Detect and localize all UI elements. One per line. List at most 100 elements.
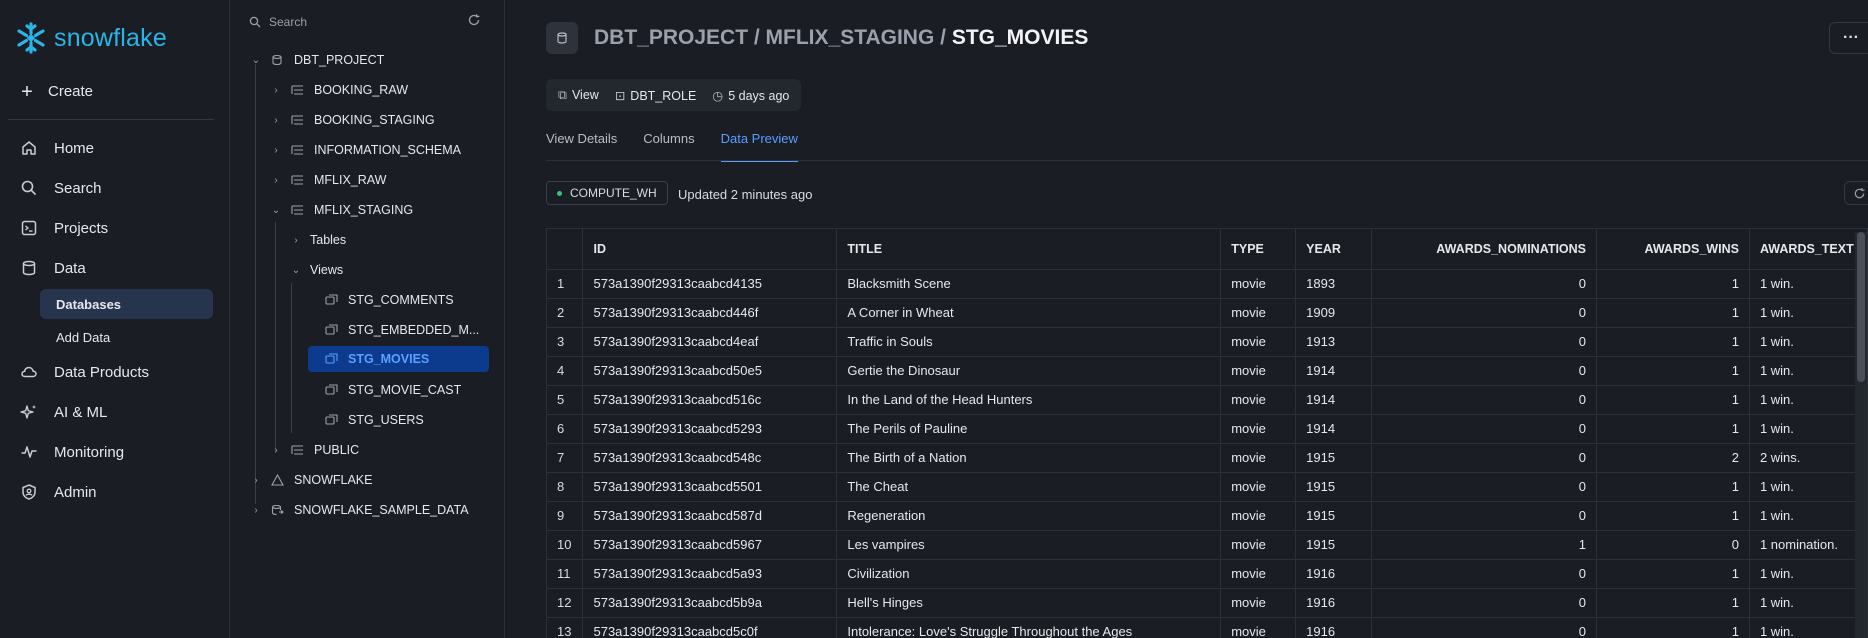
table-cell[interactable]: 2 wins. [1749,443,1868,473]
table-cell[interactable]: movie [1220,588,1297,618]
column-header[interactable]: AWARDS_WINS [1596,229,1750,270]
table-cell[interactable]: 1 [1596,501,1750,531]
table-cell[interactable]: 1915 [1295,501,1373,531]
table-cell[interactable]: 573a1390f29313caabcd548c [582,443,838,473]
table-cell[interactable]: 2 [1596,443,1750,473]
table-cell[interactable]: Blacksmith Scene [836,269,1222,299]
column-header[interactable]: AWARDS_TEXT [1749,229,1868,270]
table-row[interactable]: 11 573a1390f29313caabcd5a93 Civilization mo… [547,559,1868,589]
table-cell[interactable]: 573a1390f29313caabcd50e5 [582,356,838,386]
table-cell[interactable]: 1 [1596,559,1750,589]
table-cell[interactable]: movie [1220,530,1297,560]
table-cell[interactable]: 1914 [1295,414,1373,444]
table-cell[interactable]: movie [1220,501,1297,531]
column-header[interactable]: TITLE [836,229,1222,270]
tree-node-mflix-staging[interactable]: ⌄ MFLIX_STAGING [270,197,413,223]
table-cell[interactable]: 573a1390f29313caabcd5967 [582,530,838,560]
table-cell[interactable]: 1 win. [1749,559,1868,589]
table-cell[interactable]: 1 win. [1749,414,1868,444]
table-cell[interactable]: 573a1390f29313caabcd5501 [582,472,838,502]
table-row[interactable]: 2 573a1390f29313caabcd446f A Corner in Whe… [547,298,1868,328]
table-cell[interactable]: Traffic in Souls [836,327,1222,357]
table-cell[interactable]: movie [1220,617,1297,638]
table-cell[interactable]: 0 [1371,559,1598,589]
tree-node-booking-staging[interactable]: › BOOKING_STAGING [270,107,434,133]
table-cell[interactable]: 1 [1596,327,1750,357]
tree-node-tables[interactable]: › Tables [290,227,346,253]
table-cell[interactable]: movie [1220,269,1297,299]
table-cell[interactable]: movie [1220,298,1297,328]
vertical-scrollbar[interactable] [1855,232,1867,638]
nav-item-admin[interactable]: Admin [20,483,97,501]
table-cell[interactable]: 0 [1371,617,1598,638]
table-row[interactable]: 13 573a1390f29313caabcd5c0f Intolerance: L… [547,617,1868,638]
table-cell[interactable]: 1 [1371,530,1598,560]
table-cell[interactable]: movie [1220,385,1297,415]
table-cell[interactable]: 0 [1371,356,1598,386]
table-cell[interactable]: 1916 [1295,559,1373,589]
scrollbar-thumb[interactable] [1857,232,1865,382]
table-cell[interactable]: 1893 [1295,269,1373,299]
table-row[interactable]: 10 573a1390f29313caabcd5967 Les vampires mo… [547,530,1868,560]
table-cell[interactable]: 1909 [1295,298,1373,328]
tree-node-stg-movies[interactable]: STG_MOVIES [308,346,489,372]
table-cell[interactable]: movie [1220,327,1297,357]
table-cell[interactable]: 1 [1596,414,1750,444]
table-cell[interactable]: 1916 [1295,617,1373,638]
table-cell[interactable]: 0 [1371,472,1598,502]
table-cell[interactable]: 1 [1596,617,1750,638]
table-cell[interactable]: 1 win. [1749,356,1868,386]
table-cell[interactable]: 0 [1371,327,1598,357]
tab-view-details[interactable]: View Details [546,131,617,162]
tree-node-stg-users[interactable]: STG_USERS [324,407,504,433]
table-cell[interactable]: 1915 [1295,443,1373,473]
table-cell[interactable]: movie [1220,356,1297,386]
table-cell[interactable]: 573a1390f29313caabcd4135 [582,269,838,299]
table-cell[interactable]: 573a1390f29313caabcd446f [582,298,838,328]
table-cell[interactable]: movie [1220,443,1297,473]
table-row[interactable]: 12 573a1390f29313caabcd5b9a Hell's Hinges m… [547,588,1868,618]
table-row[interactable]: 4 573a1390f29313caabcd50e5 Gertie the Dino… [547,356,1868,386]
table-cell[interactable]: 1 [1596,588,1750,618]
table-cell[interactable]: Les vampires [836,530,1222,560]
breadcrumb-path[interactable]: DBT_PROJECT / MFLIX_STAGING / [594,26,952,49]
table-cell[interactable]: 573a1390f29313caabcd516c [582,385,838,415]
table-cell[interactable]: 1914 [1295,356,1373,386]
table-cell[interactable]: 0 [1371,414,1598,444]
nav-item-data[interactable]: Data [20,259,86,277]
table-cell[interactable]: 1913 [1295,327,1373,357]
table-cell[interactable]: 1 win. [1749,588,1868,618]
table-cell[interactable]: Hell's Hinges [836,588,1222,618]
table-cell[interactable]: 1 win. [1749,617,1868,638]
table-cell[interactable]: 0 [1371,588,1598,618]
column-header[interactable]: TYPE [1220,229,1297,270]
table-row[interactable]: 7 573a1390f29313caabcd548c The Birth of a … [547,443,1868,473]
nav-item-ai-ml[interactable]: AI & ML [20,403,107,421]
tree-node-snowflake[interactable]: › SNOWFLAKE [250,467,372,493]
table-cell[interactable]: 573a1390f29313caabcd5c0f [582,617,838,638]
refresh-icon[interactable] [467,13,481,30]
table-cell[interactable]: 1 win. [1749,501,1868,531]
table-cell[interactable]: 0 [1596,530,1750,560]
table-cell[interactable]: The Cheat [836,472,1222,502]
table-cell[interactable]: 1 [1596,269,1750,299]
table-cell[interactable]: 1 [1596,356,1750,386]
table-cell[interactable]: 1 win. [1749,472,1868,502]
table-cell[interactable]: 573a1390f29313caabcd5a93 [582,559,838,589]
tab-columns[interactable]: Columns [643,131,694,162]
tree-node-stg-embedded[interactable]: STG_EMBEDDED_M... [324,317,504,343]
snowflake-logo[interactable]: snowflake [14,20,167,56]
table-cell[interactable]: Civilization [836,559,1222,589]
nav-item-search[interactable]: Search [20,179,102,197]
table-cell[interactable]: 573a1390f29313caabcd5293 [582,414,838,444]
table-cell[interactable]: 1 [1596,298,1750,328]
table-cell[interactable]: 573a1390f29313caabcd5b9a [582,588,838,618]
table-cell[interactable]: The Birth of a Nation [836,443,1222,473]
table-row[interactable]: 5 573a1390f29313caabcd516c In the Land of … [547,385,1868,415]
more-options-button[interactable]: ··· [1829,22,1868,54]
nav-sub-add-data[interactable]: Add Data [40,322,213,352]
table-cell[interactable]: 573a1390f29313caabcd587d [582,501,838,531]
table-cell[interactable]: 0 [1371,385,1598,415]
tree-node-information-schema[interactable]: › INFORMATION_SCHEMA [270,137,461,163]
nav-sub-databases[interactable]: Databases [40,289,213,319]
